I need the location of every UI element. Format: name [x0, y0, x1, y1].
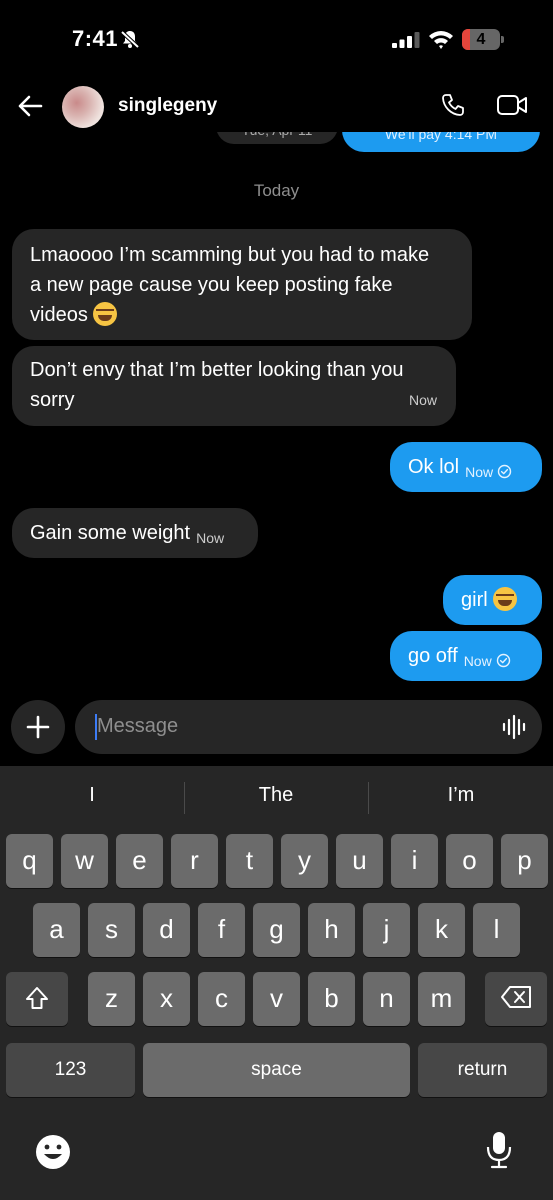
- key-o[interactable]: o: [446, 834, 493, 888]
- voice-message-icon[interactable]: [502, 714, 528, 740]
- key-e[interactable]: e: [116, 834, 163, 888]
- chat-header: singlegeny: [0, 80, 553, 132]
- message-placeholder: Message: [97, 715, 179, 737]
- key-s[interactable]: s: [88, 903, 135, 957]
- delete-key[interactable]: [485, 972, 547, 1026]
- status-bar: 7:41 4: [0, 0, 553, 80]
- message-line: a new page cause you keep posting fake: [30, 274, 393, 296]
- back-arrow-icon[interactable]: [16, 92, 44, 120]
- key-a[interactable]: a: [33, 903, 80, 957]
- message-line: sorry: [30, 389, 75, 411]
- battery-icon: 4: [462, 29, 504, 50]
- plus-icon: [26, 715, 50, 739]
- message-line: Don’t envy that I’m better looking than …: [30, 359, 404, 381]
- message-text: go off: [408, 645, 458, 667]
- seen-check-icon: [497, 464, 512, 479]
- cellular-signal-icon: [392, 32, 420, 48]
- key-z[interactable]: z: [88, 972, 135, 1026]
- key-x[interactable]: x: [143, 972, 190, 1026]
- key-b[interactable]: b: [308, 972, 355, 1026]
- key-y[interactable]: y: [281, 834, 328, 888]
- message-time: Now: [408, 392, 437, 408]
- outgoing-message[interactable]: girl: [443, 575, 542, 625]
- suggestion-1[interactable]: I: [0, 784, 184, 807]
- day-separator: Today: [253, 181, 300, 200]
- message-text: Gain some weight: [30, 522, 191, 544]
- message-time: Now: [196, 530, 225, 546]
- laughing-tears-emoji-icon: [93, 302, 118, 326]
- status-time: 7:41: [72, 26, 119, 51]
- backspace-icon: [501, 986, 531, 1008]
- suggestion-2[interactable]: The: [184, 784, 368, 807]
- key-c[interactable]: c: [198, 972, 245, 1026]
- message-text: girl: [461, 589, 488, 611]
- shift-icon: [26, 987, 48, 1009]
- chat-username[interactable]: singlegeny: [118, 95, 217, 117]
- keyboard: I The I’m q w e r t y u i o p a s d f g h j k l z x c v b n m 123 s…: [0, 766, 553, 1200]
- incoming-message[interactable]: Lmaoooo I’m scamming but you had to make…: [12, 229, 472, 340]
- key-g[interactable]: g: [253, 903, 300, 957]
- key-f[interactable]: f: [198, 903, 245, 957]
- key-t[interactable]: t: [226, 834, 273, 888]
- incoming-message[interactable]: Gain some weight Now: [12, 508, 258, 558]
- crying-face-emoji-icon: [493, 587, 518, 611]
- key-w[interactable]: w: [61, 834, 108, 888]
- phone-call-icon[interactable]: [440, 92, 466, 118]
- seen-check-icon: [496, 653, 510, 668]
- incoming-message[interactable]: Don’t envy that I’m better looking than …: [12, 346, 456, 426]
- key-h[interactable]: h: [308, 903, 355, 957]
- key-k[interactable]: k: [418, 903, 465, 957]
- key-p[interactable]: p: [501, 834, 548, 888]
- message-input[interactable]: Message: [75, 700, 542, 754]
- key-r[interactable]: r: [171, 834, 218, 888]
- outgoing-message[interactable]: go off Now: [390, 631, 542, 681]
- key-d[interactable]: d: [143, 903, 190, 957]
- message-line: Lmaoooo I’m scamming but you had to make: [30, 244, 430, 266]
- return-key[interactable]: return: [418, 1043, 547, 1097]
- video-call-icon[interactable]: [496, 93, 528, 117]
- message-line: videos: [30, 304, 88, 326]
- suggestion-3[interactable]: I’m: [369, 784, 553, 807]
- key-l[interactable]: l: [473, 903, 520, 957]
- numbers-key[interactable]: 123: [6, 1043, 135, 1097]
- key-n[interactable]: n: [363, 972, 410, 1026]
- message-time: Now: [465, 464, 494, 480]
- avatar[interactable]: [62, 86, 104, 128]
- add-attachment-button[interactable]: [11, 700, 65, 754]
- message-time: Now: [463, 653, 492, 669]
- space-key[interactable]: space: [143, 1043, 410, 1097]
- emoji-keyboard-icon[interactable]: [34, 1133, 72, 1171]
- key-q[interactable]: q: [6, 834, 53, 888]
- shift-key[interactable]: [6, 972, 68, 1026]
- key-m[interactable]: m: [418, 972, 465, 1026]
- key-j[interactable]: j: [363, 903, 410, 957]
- key-i[interactable]: i: [391, 834, 438, 888]
- battery-percentage: 4: [476, 31, 486, 48]
- dictation-mic-icon[interactable]: [486, 1130, 512, 1170]
- predictive-suggestions: I The I’m: [0, 766, 553, 830]
- message-text: Ok lol: [408, 456, 460, 478]
- wifi-icon: [429, 31, 453, 49]
- key-u[interactable]: u: [336, 834, 383, 888]
- outgoing-message[interactable]: Ok lol Now: [390, 442, 542, 492]
- bell-slash-icon: [120, 30, 140, 49]
- key-v[interactable]: v: [253, 972, 300, 1026]
